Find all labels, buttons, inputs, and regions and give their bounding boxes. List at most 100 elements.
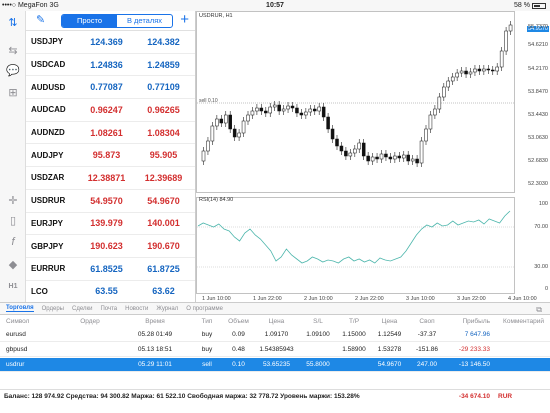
candle-body	[450, 76, 455, 82]
col-volume: Объем	[228, 318, 249, 325]
candle-body	[246, 114, 250, 122]
rsi-tick-label: 0	[544, 286, 548, 292]
quote-row[interactable]: AUDNZD 1.08261 1.08304	[26, 122, 195, 145]
quote-bid: 95.873	[92, 150, 121, 161]
trade-symbol: eurusd	[6, 331, 26, 338]
candle-body	[281, 108, 286, 112]
rsi-pane-frame	[196, 197, 515, 294]
candle-body	[415, 158, 419, 164]
price-tick-label: 53.8470	[528, 89, 548, 95]
quote-bid: 139.979	[90, 218, 123, 229]
candle-body	[468, 71, 473, 75]
col-profit: Прибыль	[462, 318, 491, 325]
plus-icon[interactable]: +	[180, 12, 189, 28]
chart-type-icon[interactable]: ▯	[3, 211, 23, 229]
rsi-tick-label: 100	[538, 201, 548, 207]
quote-bid: 1.24836	[90, 59, 123, 70]
tab-trade[interactable]: Торговля	[6, 305, 34, 312]
quote-row[interactable]: GBPJPY 190.623 190.670	[26, 235, 195, 258]
quote-row[interactable]: AUDJPY 95.873 95.905	[26, 144, 195, 168]
view-mode-switch: Просто В деталях	[61, 14, 173, 28]
trade-swap: 247.00	[417, 361, 437, 368]
trade-volume: 0.10	[232, 361, 245, 368]
candle-body	[206, 140, 210, 152]
timeframe-button[interactable]: H1	[3, 277, 23, 295]
quote-row[interactable]: AUDUSD 0.77087 0.77109	[26, 76, 195, 100]
candle-body	[379, 153, 384, 160]
candle-body	[321, 106, 326, 118]
balance-text: Баланс: 128 974.92 Средства: 94 300.82 М…	[4, 392, 360, 400]
trade-icon[interactable]: ⇆	[3, 41, 23, 59]
quote-bid: 190.623	[90, 241, 123, 252]
trade-price: 1.54385943	[259, 346, 294, 353]
price-tick-label: 53.0630	[528, 135, 548, 141]
quote-row[interactable]: USDJPY 124.369 124.382	[26, 31, 195, 54]
col-order: Ордер	[80, 318, 100, 325]
candle-body	[482, 68, 486, 72]
tab-mail[interactable]: Почта	[100, 306, 117, 312]
trade-row[interactable]: eurusd 05.28 01:49 buy 0.09 1.09170 1.09100 1.…	[0, 328, 550, 342]
quote-bid: 63.55	[95, 286, 118, 297]
mode-details-button[interactable]: В деталях	[117, 15, 172, 27]
quote-row[interactable]: LCO 63.55 63.62	[26, 281, 195, 302]
trade-volume: 0.48	[232, 346, 245, 353]
quote-row[interactable]: EURJPY 139.979 140.001	[26, 213, 195, 236]
chart-area[interactable]: USDRUR, H1 sell 0.10 RSI(14) 84.90 54.95…	[196, 11, 550, 302]
footer-spacer	[0, 402, 550, 413]
candle-body	[348, 152, 353, 157]
chat-icon[interactable]: 💬	[3, 61, 23, 79]
trade-current-price: 54.9670	[377, 361, 402, 368]
quote-symbol: USDZAR	[31, 173, 65, 183]
quote-row[interactable]: AUDCAD 0.96247 0.96265	[26, 99, 195, 122]
tab-about[interactable]: О программе	[186, 306, 223, 312]
tab-journal[interactable]: Журнал	[156, 306, 178, 312]
candle-body	[304, 111, 308, 116]
trade-symbol: gbpusd	[6, 346, 28, 353]
candle-body	[330, 128, 335, 140]
candle-body	[464, 70, 468, 75]
candle-body	[326, 116, 330, 130]
indicators-icon[interactable]: f	[3, 233, 23, 251]
quote-symbol: AUDJPY	[31, 150, 64, 160]
candle-body	[459, 70, 464, 74]
candle-body	[228, 114, 232, 130]
quotes-icon[interactable]: ⇅	[3, 13, 23, 31]
battery-icon	[532, 2, 546, 9]
candle-body	[277, 104, 281, 112]
candle-body	[201, 150, 206, 162]
trade-time: 05.13 18:51	[137, 346, 173, 353]
quote-row[interactable]: USDCAD 1.24836 1.24859	[26, 54, 195, 77]
candle-body	[237, 132, 241, 138]
candle-body	[437, 96, 442, 110]
tab-deals[interactable]: Сделки	[72, 306, 92, 312]
candle-body	[361, 142, 366, 157]
tab-news[interactable]: Новости	[125, 306, 148, 312]
pencil-icon[interactable]: ✎	[36, 14, 48, 26]
candle-body	[410, 158, 415, 162]
objects-icon[interactable]: ◆	[3, 255, 23, 273]
mode-simple-button[interactable]: Просто	[62, 15, 117, 27]
quote-row[interactable]: USDRUR 54.9570 54.9670	[26, 190, 195, 213]
trade-profit: -29 233.33	[458, 346, 490, 353]
quote-ask: 190.670	[147, 241, 180, 252]
trade-symbol: usdrur	[6, 361, 25, 368]
candle-body	[419, 140, 424, 164]
battery-status: 58 %	[514, 0, 546, 11]
crosshair-icon[interactable]: ✛	[3, 191, 23, 209]
col-swap: Своп	[419, 318, 435, 325]
quote-row[interactable]: EURRUR 61.8525 61.8725	[26, 258, 195, 281]
layout-icon[interactable]: ⧉	[536, 305, 542, 315]
trade-row[interactable]: usdrur 05.29 11:01 sell 0.10 53.65235 55.8000…	[0, 358, 550, 372]
status-bar: ••••○ MegaFon 3G 10:57 58 %	[0, 0, 550, 11]
trade-sl: 55.8000	[306, 361, 330, 368]
quote-bid: 0.96247	[90, 104, 123, 115]
quote-ask: 61.8725	[147, 263, 180, 274]
tab-orders[interactable]: Ордеры	[42, 306, 64, 312]
col-time: Время	[145, 318, 165, 325]
candle-body	[366, 155, 370, 162]
candle-body	[477, 68, 482, 72]
candle-body	[424, 128, 428, 142]
trade-row[interactable]: gbpusd 05.13 18:51 buy 0.48 1.54385943 1.5890…	[0, 343, 550, 357]
new-order-icon[interactable]: ⊞	[3, 83, 23, 101]
quote-row[interactable]: USDZAR 12.38871 12.39689	[26, 167, 195, 190]
